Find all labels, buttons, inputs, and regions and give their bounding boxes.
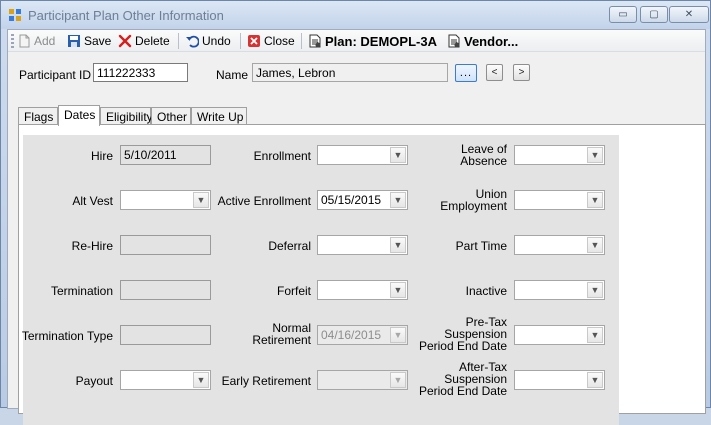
- inactive-label: Inactive: [465, 284, 507, 298]
- chevron-down-icon[interactable]: ▼: [390, 147, 406, 163]
- vendor-document-icon: [448, 34, 460, 48]
- payout-date-picker[interactable]: ▼: [120, 370, 211, 390]
- normal-retirement-label: Normal Retirement: [252, 321, 311, 347]
- minimize-icon: ▭: [618, 9, 628, 20]
- early-retirement-label: Early Retirement: [221, 374, 311, 388]
- chevron-down-icon[interactable]: ▼: [390, 237, 406, 253]
- participant-plan-window: Participant Plan Other Information ▭ ▢ ✕…: [0, 0, 711, 425]
- name-label: Name: [216, 68, 249, 82]
- chevron-down-icon: ▼: [390, 327, 406, 343]
- chevron-down-icon[interactable]: ▼: [587, 192, 603, 208]
- delete-x-icon: [118, 34, 132, 48]
- tab-write-up[interactable]: Write Up: [191, 107, 247, 125]
- pretax-suspension-label: Pre-Tax Suspension Period End Date: [418, 315, 507, 353]
- title-bar[interactable]: Participant Plan Other Information ▭ ▢ ✕: [1, 1, 710, 29]
- tab-flags[interactable]: Flags: [18, 107, 58, 125]
- delete-button[interactable]: Delete: [118, 32, 170, 50]
- termination-type-field[interactable]: [120, 325, 211, 345]
- minimize-button[interactable]: ▭: [609, 6, 637, 23]
- leave-of-absence-date-picker[interactable]: ▼: [514, 145, 605, 165]
- dates-form: Hire 5/10/2011 Alt Vest ▼ Re-Hire Termin…: [22, 135, 619, 425]
- union-employment-label: Union Employment: [440, 187, 507, 213]
- next-participant-button[interactable]: >: [513, 64, 530, 81]
- undo-arrow-icon: [186, 35, 199, 48]
- inactive-date-picker[interactable]: ▼: [514, 280, 605, 300]
- toolbar-grip[interactable]: [11, 34, 14, 48]
- part-time-date-picker[interactable]: ▼: [514, 235, 605, 255]
- chevron-down-icon[interactable]: ▼: [390, 282, 406, 298]
- chevron-down-icon[interactable]: ▼: [587, 282, 603, 298]
- add-button[interactable]: Add: [17, 32, 55, 50]
- plan-button[interactable]: Plan: DEMOPL-3A: [308, 32, 437, 50]
- name-field: James, Lebron: [252, 63, 448, 82]
- tab-eligibility[interactable]: Eligibility: [100, 107, 153, 125]
- vendor-button[interactable]: Vendor...: [447, 32, 518, 50]
- termination-date-field[interactable]: [120, 280, 211, 300]
- toolbar: Add Save Delete Undo Close Plan: DEMOPL-…: [8, 30, 705, 52]
- chevron-down-icon: ▼: [390, 372, 406, 388]
- maximize-icon: ▢: [649, 9, 659, 20]
- chevron-down-icon[interactable]: ▼: [390, 192, 406, 208]
- chevron-right-icon: >: [518, 67, 525, 78]
- rehire-label: Re-Hire: [71, 239, 113, 253]
- early-retirement-date-picker: ▼: [317, 370, 408, 390]
- enrollment-date-picker[interactable]: ▼: [317, 145, 408, 165]
- hire-label: Hire: [90, 149, 113, 163]
- floppy-disk-icon: [68, 35, 80, 47]
- deferral-label: Deferral: [268, 239, 311, 253]
- chevron-down-icon[interactable]: ▼: [587, 327, 603, 343]
- chevron-down-icon[interactable]: ▼: [587, 147, 603, 163]
- tab-other[interactable]: Other: [151, 107, 191, 125]
- close-icon: ✕: [684, 9, 694, 20]
- leave-of-absence-label: Leave of Absence: [460, 142, 507, 168]
- active-enrollment-date-picker[interactable]: 05/15/2015 ▼: [317, 190, 408, 210]
- chevron-down-icon[interactable]: ▼: [587, 237, 603, 253]
- chevron-down-icon[interactable]: ▼: [587, 372, 603, 388]
- new-document-icon: [19, 34, 30, 48]
- save-button[interactable]: Save: [67, 32, 111, 50]
- termination-label: Termination: [50, 284, 113, 298]
- close-box-icon: [248, 35, 260, 47]
- dates-tab-panel: Hire 5/10/2011 Alt Vest ▼ Re-Hire Termin…: [18, 124, 706, 425]
- plan-document-icon: [309, 34, 321, 48]
- toolbar-separator: [301, 33, 302, 49]
- previous-participant-button[interactable]: <: [486, 64, 503, 81]
- client-area: Add Save Delete Undo Close Plan: DEMOPL-…: [7, 29, 706, 425]
- app-icon: [9, 9, 21, 21]
- payout-label: Payout: [75, 374, 113, 388]
- enrollment-label: Enrollment: [253, 149, 311, 163]
- rehire-date-field[interactable]: [120, 235, 211, 255]
- alt-vest-label: Alt Vest: [72, 194, 113, 208]
- maximize-button[interactable]: ▢: [640, 6, 668, 23]
- tab-dates[interactable]: Dates: [58, 105, 100, 126]
- forfeit-label: Forfeit: [276, 284, 311, 298]
- participant-id-label: Participant ID: [19, 68, 92, 82]
- part-time-label: Part Time: [455, 239, 507, 253]
- participant-id-field[interactable]: 111222333: [93, 63, 188, 82]
- chevron-left-icon: <: [491, 67, 498, 78]
- toolbar-separator: [240, 33, 241, 49]
- active-enrollment-label: Active Enrollment: [217, 194, 311, 208]
- toolbar-separator: [178, 33, 179, 49]
- union-employment-date-picker[interactable]: ▼: [514, 190, 605, 210]
- hire-date-field: 5/10/2011: [120, 145, 211, 165]
- close-window-button[interactable]: ✕: [669, 6, 709, 23]
- normal-retirement-date-picker: 04/16/2015 ▼: [317, 325, 408, 345]
- aftertax-suspension-label: After-Tax Suspension Period End Date: [418, 360, 507, 398]
- deferral-date-picker[interactable]: ▼: [317, 235, 408, 255]
- alt-vest-date-picker[interactable]: ▼: [120, 190, 211, 210]
- aftertax-suspension-date-picker[interactable]: ▼: [514, 370, 605, 390]
- pretax-suspension-date-picker[interactable]: ▼: [514, 325, 605, 345]
- undo-button[interactable]: Undo: [185, 32, 231, 50]
- name-lookup-button[interactable]: ...: [455, 64, 477, 82]
- window-title: Participant Plan Other Information: [28, 8, 224, 23]
- forfeit-date-picker[interactable]: ▼: [317, 280, 408, 300]
- close-button[interactable]: Close: [247, 32, 295, 50]
- termination-type-label: Termination Type: [21, 329, 113, 343]
